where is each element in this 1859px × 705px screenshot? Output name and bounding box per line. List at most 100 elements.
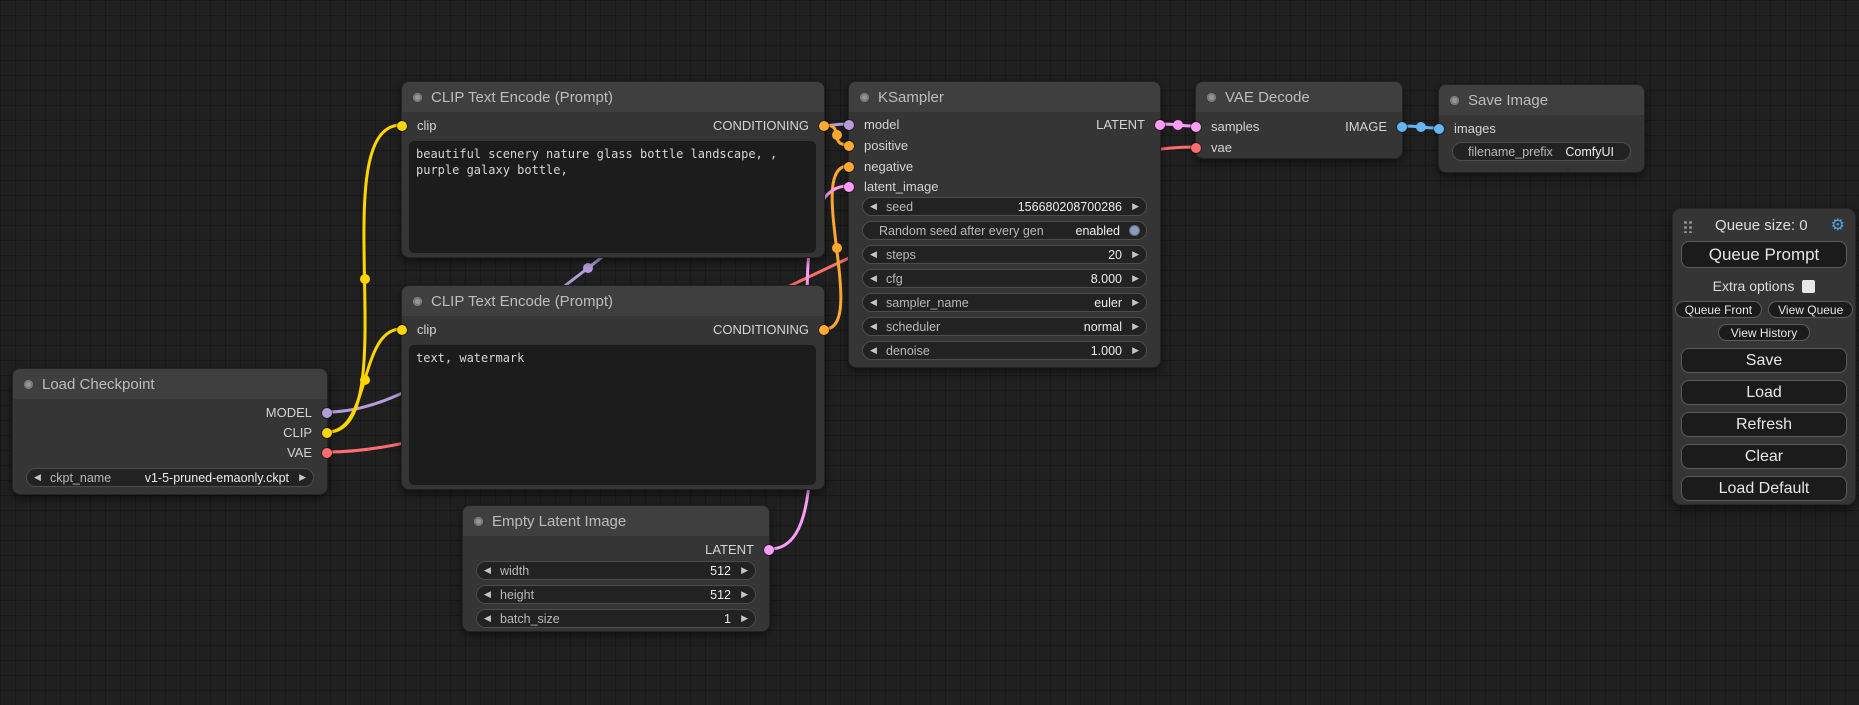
widget-seed[interactable]: ◀ seed 156680208700286 ▶ xyxy=(862,197,1147,216)
widget-denoise[interactable]: ◀ denoise 1.000 ▶ xyxy=(862,341,1147,360)
decrement-arrow-icon[interactable]: ◀ xyxy=(870,345,883,356)
port-clip-output[interactable] xyxy=(322,428,332,438)
port-samples-input[interactable] xyxy=(1191,122,1201,132)
increment-arrow-icon[interactable]: ▶ xyxy=(1126,201,1139,212)
node-save-image[interactable]: Save Image images filename_prefix ComfyU… xyxy=(1438,84,1645,173)
increment-arrow-icon[interactable]: ▶ xyxy=(1126,297,1139,308)
queue-prompt-button[interactable]: Queue Prompt xyxy=(1681,241,1847,268)
increment-arrow-icon[interactable]: ▶ xyxy=(735,589,748,600)
port-positive-input[interactable] xyxy=(844,141,854,151)
widget-random-seed-toggle[interactable]: Random seed after every gen enabled xyxy=(862,221,1147,240)
load-default-button[interactable]: Load Default xyxy=(1681,476,1847,501)
increment-arrow-icon[interactable]: ▶ xyxy=(1126,345,1139,356)
port-latent-output[interactable] xyxy=(1155,120,1165,130)
widget-batch-size[interactable]: ◀ batch_size 1 ▶ xyxy=(476,609,756,628)
port-model-input[interactable] xyxy=(844,120,854,130)
collapse-dot-icon[interactable] xyxy=(474,517,483,526)
port-clip-input[interactable] xyxy=(397,325,407,335)
increment-arrow-icon[interactable]: ▶ xyxy=(1126,249,1139,260)
node-title: Load Checkpoint xyxy=(42,376,155,393)
collapse-dot-icon[interactable] xyxy=(1450,96,1459,105)
widget-steps[interactable]: ◀ steps 20 ▶ xyxy=(862,245,1147,264)
port-images-input[interactable] xyxy=(1434,124,1444,134)
save-button[interactable]: Save xyxy=(1681,348,1847,373)
widget-filename-prefix[interactable]: filename_prefix ComfyUI xyxy=(1452,142,1631,161)
output-label-model: MODEL xyxy=(266,405,312,421)
node-load-checkpoint[interactable]: Load Checkpoint MODEL CLIP VAE ◀ ckpt_na… xyxy=(12,368,328,495)
node-title-bar[interactable]: CLIP Text Encode (Prompt) xyxy=(402,286,824,316)
graph-canvas[interactable]: Load Checkpoint MODEL CLIP VAE ◀ ckpt_na… xyxy=(0,0,1859,705)
decrement-arrow-icon[interactable]: ◀ xyxy=(34,472,47,483)
decrement-arrow-icon[interactable]: ◀ xyxy=(870,273,883,284)
widget-scheduler[interactable]: ◀ scheduler normal ▶ xyxy=(862,317,1147,336)
decrement-arrow-icon[interactable]: ◀ xyxy=(484,589,497,600)
decrement-arrow-icon[interactable]: ◀ xyxy=(870,249,883,260)
widget-height[interactable]: ◀ height 512 ▶ xyxy=(476,585,756,604)
node-title-bar[interactable]: Empty Latent Image xyxy=(463,506,769,536)
port-clip-input[interactable] xyxy=(397,121,407,131)
widget-value: 156680208700286 xyxy=(913,200,1126,214)
refresh-button[interactable]: Refresh xyxy=(1681,412,1847,437)
input-label-samples: samples xyxy=(1211,119,1259,135)
queue-menu-panel[interactable]: Queue size: 0 ⚙ Queue Prompt Extra optio… xyxy=(1672,208,1856,505)
node-title-bar[interactable]: CLIP Text Encode (Prompt) xyxy=(402,82,824,112)
node-clip-text-encode-positive[interactable]: CLIP Text Encode (Prompt) clip CONDITION… xyxy=(401,81,825,258)
extra-options-row: Extra options xyxy=(1673,278,1855,294)
collapse-dot-icon[interactable] xyxy=(24,380,33,389)
widget-sampler-name[interactable]: ◀ sampler_name euler ▶ xyxy=(862,293,1147,312)
output-label-latent: LATENT xyxy=(705,542,754,558)
node-empty-latent-image[interactable]: Empty Latent Image LATENT ◀ width 512 ▶ … xyxy=(462,505,770,632)
toggle-knob-icon[interactable] xyxy=(1129,225,1140,236)
widget-ckpt-name[interactable]: ◀ ckpt_name v1-5-pruned-emaonly.ckpt ▶ xyxy=(26,468,314,487)
decrement-arrow-icon[interactable]: ◀ xyxy=(870,201,883,212)
node-title-bar[interactable]: Save Image xyxy=(1439,85,1644,115)
node-title-bar[interactable]: VAE Decode xyxy=(1196,82,1402,112)
collapse-dot-icon[interactable] xyxy=(1207,93,1216,102)
widget-label: steps xyxy=(883,248,916,262)
increment-arrow-icon[interactable]: ▶ xyxy=(735,565,748,576)
decrement-arrow-icon[interactable]: ◀ xyxy=(870,297,883,308)
extra-options-checkbox[interactable] xyxy=(1802,280,1815,293)
collapse-dot-icon[interactable] xyxy=(860,93,869,102)
port-image-output[interactable] xyxy=(1397,122,1407,132)
settings-gear-icon[interactable]: ⚙ xyxy=(1831,218,1845,234)
port-latent-output[interactable] xyxy=(764,545,774,555)
increment-arrow-icon[interactable]: ▶ xyxy=(293,472,306,483)
port-conditioning-output[interactable] xyxy=(819,121,829,131)
collapse-dot-icon[interactable] xyxy=(413,93,422,102)
port-negative-input[interactable] xyxy=(844,162,854,172)
node-ksampler[interactable]: KSampler model positive negative latent_… xyxy=(848,81,1161,368)
increment-arrow-icon[interactable]: ▶ xyxy=(1126,321,1139,332)
queue-front-button[interactable]: Queue Front xyxy=(1675,301,1762,318)
view-history-button[interactable]: View History xyxy=(1718,324,1810,341)
load-button[interactable]: Load xyxy=(1681,380,1847,405)
node-title-bar[interactable]: KSampler xyxy=(849,82,1160,112)
view-queue-button[interactable]: View Queue xyxy=(1768,301,1853,318)
widget-cfg[interactable]: ◀ cfg 8.000 ▶ xyxy=(862,269,1147,288)
collapse-dot-icon[interactable] xyxy=(413,297,422,306)
widget-width[interactable]: ◀ width 512 ▶ xyxy=(476,561,756,580)
wire-dot-model xyxy=(583,263,593,273)
increment-arrow-icon[interactable]: ▶ xyxy=(735,613,748,624)
widget-value: 8.000 xyxy=(903,272,1126,286)
node-vae-decode[interactable]: VAE Decode samples vae IMAGE xyxy=(1195,81,1403,159)
node-clip-text-encode-negative[interactable]: CLIP Text Encode (Prompt) clip CONDITION… xyxy=(401,285,825,490)
port-model-output[interactable] xyxy=(322,408,332,418)
decrement-arrow-icon[interactable]: ◀ xyxy=(870,321,883,332)
wire-dot-conditioning-negative xyxy=(832,243,842,253)
port-latent-image-input[interactable] xyxy=(844,182,854,192)
positive-prompt-textarea[interactable]: beautiful scenery nature glass bottle la… xyxy=(409,141,816,253)
decrement-arrow-icon[interactable]: ◀ xyxy=(484,565,497,576)
input-label-clip: clip xyxy=(417,322,437,338)
clear-button[interactable]: Clear xyxy=(1681,444,1847,469)
node-title-bar[interactable]: Load Checkpoint xyxy=(13,369,327,399)
decrement-arrow-icon[interactable]: ◀ xyxy=(484,613,497,624)
widget-value: euler xyxy=(969,296,1126,310)
negative-prompt-textarea[interactable]: text, watermark xyxy=(409,345,816,485)
port-vae-output[interactable] xyxy=(322,448,332,458)
port-conditioning-output[interactable] xyxy=(819,325,829,335)
port-vae-input[interactable] xyxy=(1191,143,1201,153)
node-title: CLIP Text Encode (Prompt) xyxy=(431,89,613,106)
drag-handle-icon[interactable] xyxy=(1683,219,1692,233)
increment-arrow-icon[interactable]: ▶ xyxy=(1126,273,1139,284)
